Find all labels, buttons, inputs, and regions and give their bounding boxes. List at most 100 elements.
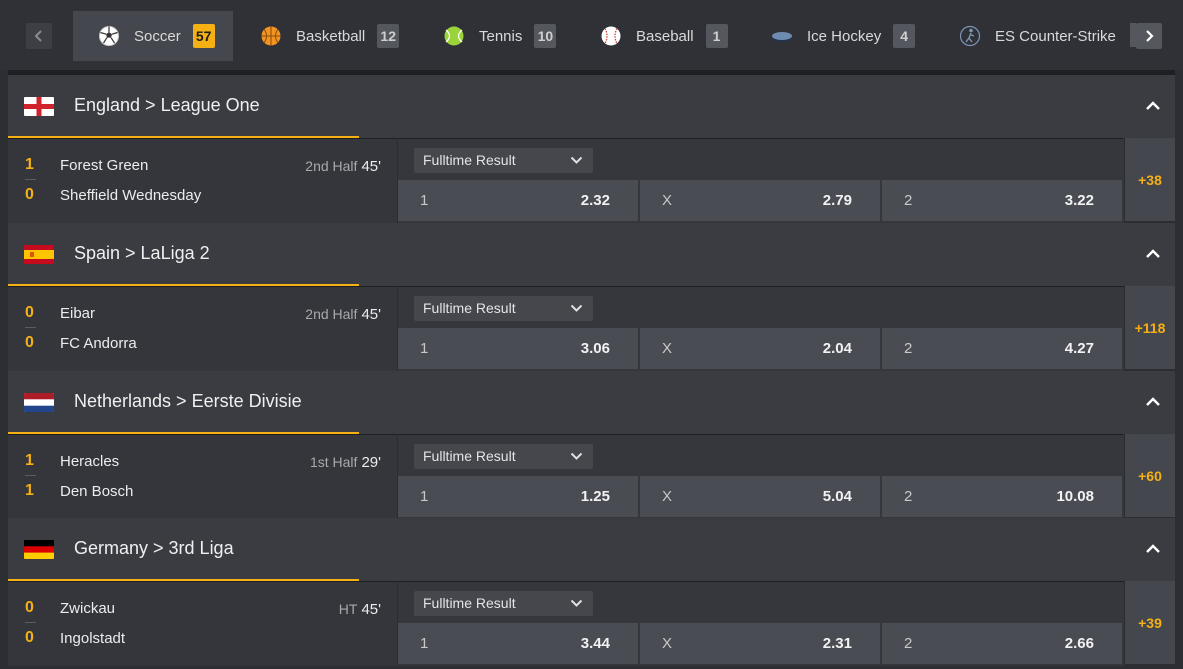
chevron-left-icon [34,30,42,42]
match-row: 0 0 Zwickau Ingolstadt HT 45' Fulltime Re… [8,581,1175,666]
match-clock: 1st Half 29' [310,454,381,471]
match-clock: 2nd Half 45' [305,306,381,323]
more-markets-button[interactable]: +39 [1125,581,1175,664]
match-info[interactable]: 1 0 Forest Green Sheffield Wednesday 2nd… [8,138,397,223]
market-dropdown-label: Fulltime Result [423,595,516,611]
esports-player-icon [959,25,981,47]
match-info[interactable]: 1 1 Heracles Den Bosch 1st Half 29' [8,434,397,519]
scroll-right-button[interactable] [1136,23,1162,49]
market-dropdown-label: Fulltime Result [423,448,516,464]
home-team: Eibar [60,305,96,322]
league-header[interactable]: England > League One [8,75,1175,138]
match-clock: 2nd Half 45' [305,158,381,175]
league-section: England > League One 1 0 Forest Green Sh… [8,75,1175,223]
odd-label: X [662,488,673,505]
sport-tab-label: ES Counter-Strike [995,27,1116,45]
hockey-puck-icon [771,25,793,47]
sports-nav-bar: Soccer 57 Basketball 12 Tennis 10 Baseba… [0,0,1183,70]
chevron-up-icon[interactable] [1145,248,1161,260]
league-title: England > League One [74,95,260,115]
odd-button-draw[interactable]: X 2.04 [640,328,880,369]
odd-value: 3.06 [580,340,610,357]
away-team: Sheffield Wednesday [60,187,202,204]
odd-button-home[interactable]: 1 3.44 [398,623,638,664]
odd-label: X [662,635,673,652]
sport-count-badge: 1 [705,24,728,48]
odd-value: 10.08 [1056,488,1094,505]
odd-button-home[interactable]: 1 1.25 [398,476,638,517]
league-header[interactable]: Spain > LaLiga 2 [8,223,1175,286]
sport-tab-ice-hockey[interactable]: Ice Hockey 4 [771,11,916,61]
odd-value: 4.27 [1064,340,1094,357]
sport-count-badge: 12 [377,24,400,48]
chevron-up-icon[interactable] [1145,396,1161,408]
home-team: Forest Green [60,157,149,174]
league-section: Spain > LaLiga 2 0 0 Eibar FC Andorra 2n… [8,223,1175,371]
match-period: HT [338,601,358,617]
home-score: 1 [25,452,34,469]
sport-count-badge: 4 [893,24,916,48]
sport-tab-soccer[interactable]: Soccer 57 [73,11,233,61]
away-score: 0 [25,186,34,203]
match-info[interactable]: 0 0 Zwickau Ingolstadt HT 45' [8,581,397,666]
germany-flag-icon [24,540,54,559]
sport-tab-label: Soccer [134,27,181,45]
match-info[interactable]: 0 0 Eibar FC Andorra 2nd Half 45' [8,286,397,371]
sport-tab-label: Basketball [296,27,366,45]
home-score: 1 [25,156,34,173]
odd-value: 1.25 [580,488,610,505]
away-team: FC Andorra [60,335,137,352]
sport-tab-label: Tennis [479,27,523,45]
odd-button-draw[interactable]: X 2.79 [640,180,880,221]
market-dropdown[interactable]: Fulltime Result [414,444,593,469]
more-markets-button[interactable]: +118 [1125,286,1175,369]
league-title: Germany > 3rd Liga [74,538,234,558]
away-team: Den Bosch [60,483,134,500]
odd-button-draw[interactable]: X 2.31 [640,623,880,664]
market-dropdown[interactable]: Fulltime Result [414,591,593,616]
match-period: 1st Half [309,454,358,470]
chevron-up-icon[interactable] [1145,100,1161,112]
league-header[interactable]: Netherlands > Eerste Divisie [8,371,1175,434]
odd-button-home[interactable]: 1 2.32 [398,180,638,221]
sport-count-badge: 10 [534,24,557,48]
market-area: Fulltime Result 1 1.25 X 5.04 2 10.08 [398,434,1124,519]
league-title: Netherlands > Eerste Divisie [74,391,302,411]
odd-value: 2.04 [822,340,852,357]
sport-tab-counter-strike[interactable]: ES Counter-Strike [959,11,1116,61]
odd-button-away[interactable]: 2 3.22 [882,180,1122,221]
odd-value: 3.22 [1064,192,1094,209]
chevron-down-icon [570,599,583,607]
odd-label: 1 [420,192,429,209]
more-markets-button[interactable]: +60 [1125,434,1175,517]
england-flag-icon [24,97,54,116]
soccer-ball-icon [98,25,120,47]
tennis-ball-icon [443,25,465,47]
market-area: Fulltime Result 1 3.44 X 2.31 2 2.66 [398,581,1124,666]
match-minute: 45' [361,601,381,618]
sport-tab-tennis[interactable]: Tennis 10 [443,11,557,61]
market-dropdown[interactable]: Fulltime Result [414,148,593,173]
chevron-down-icon [570,304,583,312]
chevron-up-icon[interactable] [1145,543,1161,555]
odd-value: 2.79 [822,192,852,209]
sport-tab-basketball[interactable]: Basketball 12 [260,11,400,61]
odd-button-away[interactable]: 2 10.08 [882,476,1122,517]
match-row: 1 1 Heracles Den Bosch 1st Half 29' Fullt… [8,434,1175,519]
spain-flag-icon [24,245,54,264]
sport-tab-baseball[interactable]: Baseball 1 [600,11,728,61]
odd-button-away[interactable]: 2 2.66 [882,623,1122,664]
odd-button-home[interactable]: 1 3.06 [398,328,638,369]
match-period: 2nd Half [305,306,358,322]
market-dropdown[interactable]: Fulltime Result [414,296,593,321]
odd-value: 5.04 [822,488,852,505]
odd-value: 3.44 [580,635,610,652]
odd-button-draw[interactable]: X 5.04 [640,476,880,517]
league-title: Spain > LaLiga 2 [74,243,210,263]
odd-button-away[interactable]: 2 4.27 [882,328,1122,369]
league-header[interactable]: Germany > 3rd Liga [8,518,1175,581]
more-markets-button[interactable]: +38 [1125,138,1175,221]
scroll-left-button[interactable] [26,23,52,49]
match-row: 1 0 Forest Green Sheffield Wednesday 2nd… [8,138,1175,223]
match-minute: 45' [361,158,381,175]
